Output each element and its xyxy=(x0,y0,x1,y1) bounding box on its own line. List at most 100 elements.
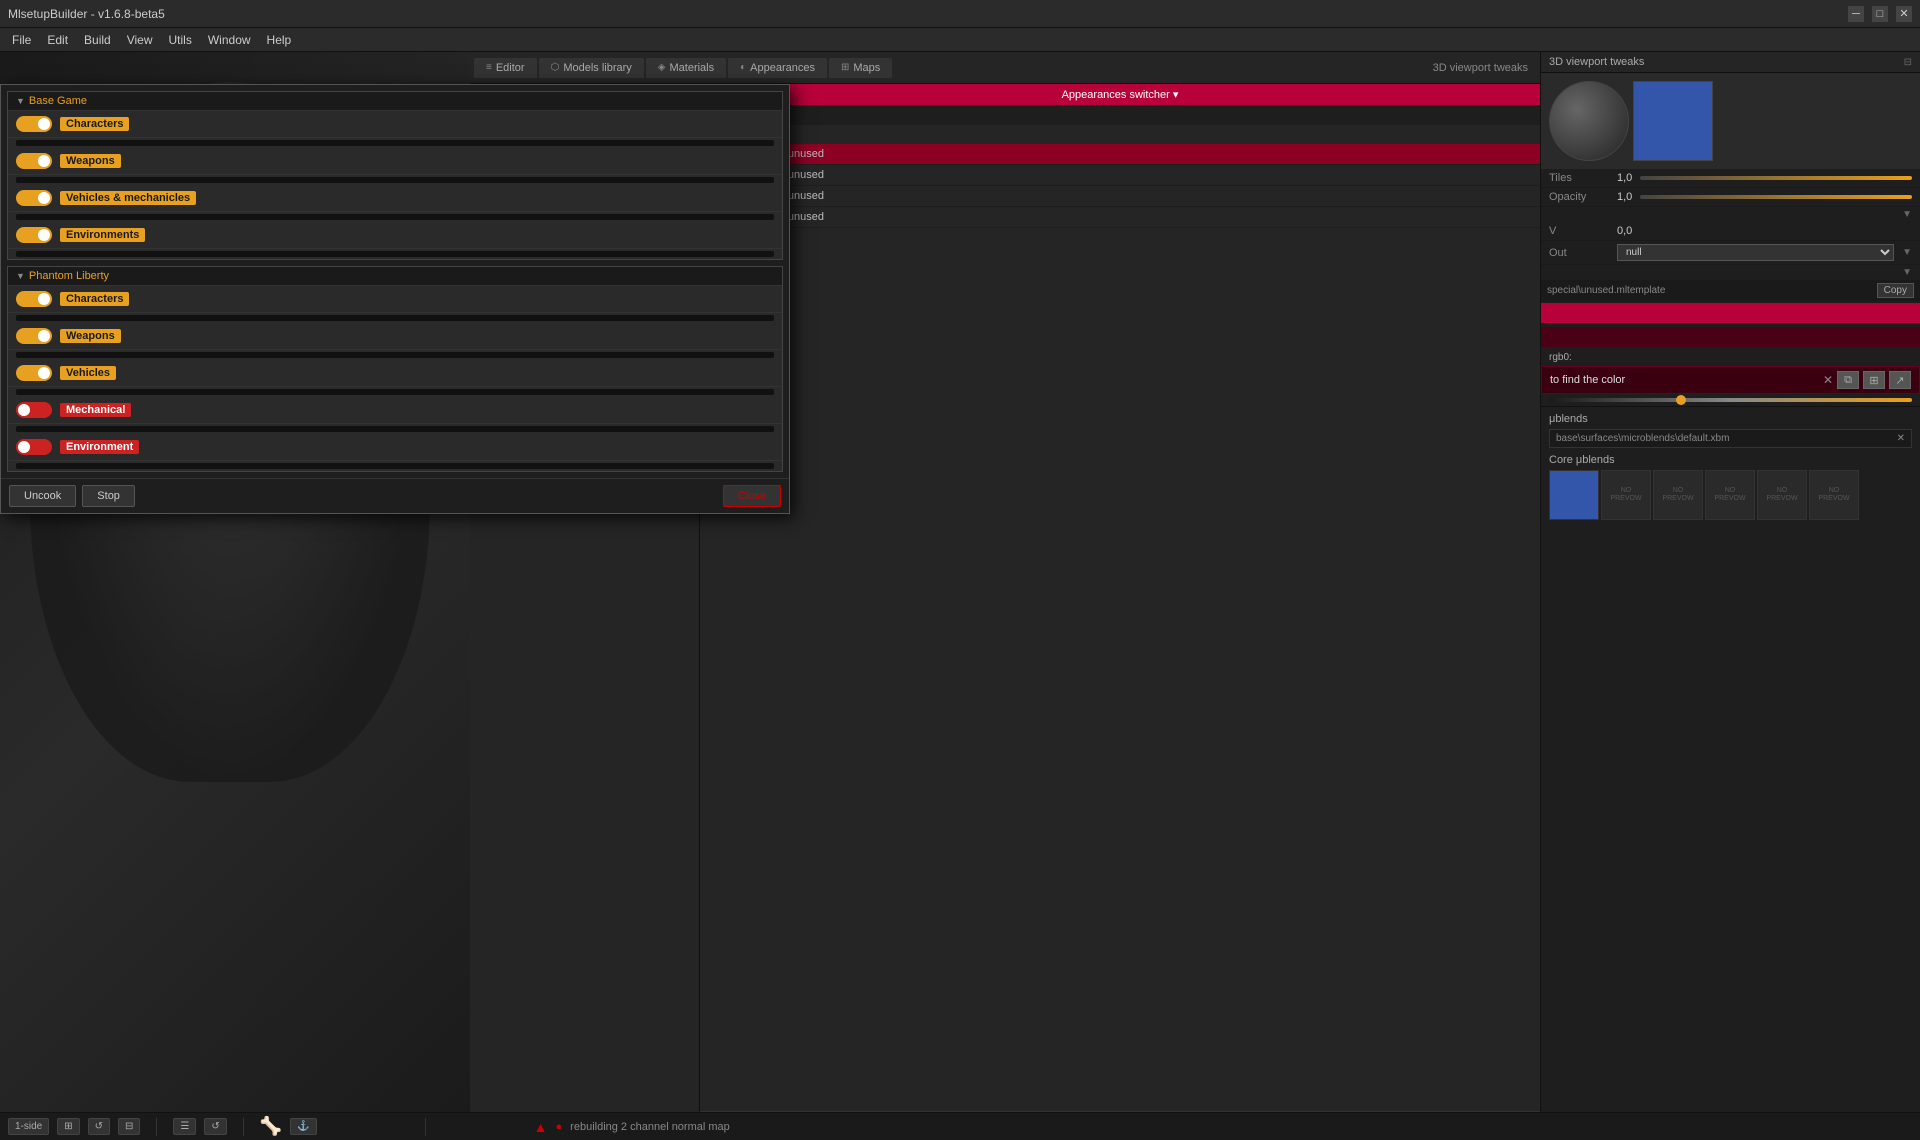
center-panel: ≡ Editor ⬡ Models library ◈ Materials ◐ … xyxy=(470,52,1540,1140)
preview-thumb-0 xyxy=(1549,470,1599,520)
viewport-tweaks-header: 3D viewport tweaks ⊟ xyxy=(1541,52,1920,73)
progress-weapons xyxy=(470,177,774,183)
hue-slider[interactable] xyxy=(1549,398,1912,402)
minimize-button[interactable]: ─ xyxy=(1848,6,1864,22)
menu-help[interactable]: Help xyxy=(259,31,300,49)
toolbar-refresh2-btn[interactable]: ↺ xyxy=(204,1118,226,1135)
progress-pl-characters xyxy=(470,315,774,321)
right-panel: 3D viewport tweaks ⊟ Tiles 1,0 Opacity 1… xyxy=(1540,52,1920,1140)
opacity-slider[interactable] xyxy=(1640,195,1912,199)
opacity-row: Opacity 1,0 xyxy=(1541,188,1920,207)
preview-thumb-5: NOPREVOW xyxy=(1809,470,1859,520)
no-preview-1: NOPREVOW xyxy=(1610,487,1641,504)
core-ublends-title: Core μblends xyxy=(1549,454,1912,466)
layer-item-0[interactable]: 0 0 (null_null) unused xyxy=(700,144,1540,165)
separator-2 xyxy=(243,1118,244,1136)
menu-utils[interactable]: Utils xyxy=(161,31,200,49)
close-button[interactable]: Close xyxy=(723,485,781,507)
phantom-liberty-header: ▼ Phantom Liberty xyxy=(470,267,782,286)
copy-button[interactable]: Copy xyxy=(1877,283,1914,298)
menu-edit[interactable]: Edit xyxy=(39,31,76,49)
v-value: 0,0 xyxy=(1617,225,1632,237)
preview-thumb-3: NOPREVOW xyxy=(1705,470,1755,520)
view-mode-button[interactable]: 1-side xyxy=(8,1118,49,1135)
red-bar-1 xyxy=(1541,303,1920,323)
base-game-section: ▼ Base Game Characters Weapons xyxy=(470,91,783,260)
main-area: ≡ Editor ⬡ Models library ◈ Materials ◐ … xyxy=(0,52,1920,1140)
preview-area xyxy=(1541,73,1920,169)
tab-editor[interactable]: ≡ Editor xyxy=(474,58,537,78)
expand-arrow-2[interactable]: ▼ xyxy=(1902,267,1912,278)
apply-edits-button[interactable]: ✦ ✦ Apply edits xyxy=(700,125,1540,144)
toolbar-anchor-btn[interactable]: ⚓ xyxy=(290,1118,316,1135)
appearances-title: Appearances switcher ▾ xyxy=(1062,88,1179,101)
progress-characters xyxy=(470,140,774,146)
menu-build[interactable]: Build xyxy=(76,31,119,49)
out-dropdown[interactable]: null xyxy=(1617,244,1894,261)
color-find-close[interactable]: ✕ xyxy=(1823,373,1833,387)
tab-bar: ≡ Editor ⬡ Models library ◈ Materials ◐ … xyxy=(470,52,1540,84)
toolbar-refresh-btn[interactable]: ↺ xyxy=(88,1118,110,1135)
tab-materials[interactable]: ◈ Materials xyxy=(646,58,726,78)
editor-icon: ≡ xyxy=(486,62,492,73)
toolbar-link-btn[interactable]: ⊟ xyxy=(118,1118,140,1135)
layer-item-1[interactable]: 1 1 (null_null) unused xyxy=(700,165,1540,186)
ublends-close[interactable]: ✕ xyxy=(1897,433,1905,444)
menu-window[interactable]: Window xyxy=(200,31,259,49)
preview-thumb-4: NOPREVOW xyxy=(1757,470,1807,520)
opacity-value: 1,0 xyxy=(1617,191,1632,203)
tab-appearances[interactable]: ◐ Appearances xyxy=(728,58,827,78)
tab-maps[interactable]: ⊞ Maps xyxy=(829,58,892,78)
toggle-row-pl-vehicles: Vehicles xyxy=(470,360,782,387)
v-row: V 0,0 xyxy=(1541,222,1920,241)
blue-preview xyxy=(1633,81,1713,161)
color-find-area: to find the color ✕ ⧉ ⊞ ↗ xyxy=(1541,366,1920,394)
models-icon: ⬡ xyxy=(551,62,560,73)
tab-models-library[interactable]: ⬡ Models library xyxy=(539,58,644,78)
layer-item-3[interactable]: 3 3 (null_null) unused xyxy=(700,207,1540,228)
menu-view[interactable]: View xyxy=(119,31,161,49)
toggle-row-pl-characters: Characters xyxy=(470,286,782,313)
toggle-row-characters: Characters xyxy=(470,111,782,138)
ublends-section: μblends base\surfaces\microblends\defaul… xyxy=(1541,406,1920,526)
toggle-row-vehicles: Vehicles & mechanicles xyxy=(470,185,782,212)
layer-item-2[interactable]: 2 2 (null_null) unused xyxy=(700,186,1540,207)
color-copy-button[interactable]: ⧉ xyxy=(1837,371,1859,389)
base-game-header: ▼ Base Game xyxy=(470,92,782,111)
v-label: V xyxy=(1549,225,1609,237)
toggle-row-pl-environment: Environment xyxy=(470,434,782,461)
titlebar: MlsetupBuilder - v1.6.8-beta5 ─ □ ✕ xyxy=(0,0,1920,28)
dialog-footer: Uncook Stop Close xyxy=(470,478,789,513)
toolbar-grid-btn[interactable]: ⊞ xyxy=(57,1118,79,1135)
separator xyxy=(156,1118,157,1136)
toggle-row-pl-mechanical: Mechanical xyxy=(470,397,782,424)
close-button[interactable]: ✕ xyxy=(1896,6,1912,22)
color-action-button[interactable]: ↗ xyxy=(1889,371,1911,389)
progress-pl-vehicles xyxy=(470,389,774,395)
tiles-slider[interactable] xyxy=(1640,176,1912,180)
maximize-button[interactable]: □ xyxy=(1872,6,1888,22)
tab-materials-label: Materials xyxy=(670,62,715,74)
color-paste-button[interactable]: ⊞ xyxy=(1863,371,1885,389)
maps-icon: ⊞ xyxy=(841,62,849,73)
ublends-path: base\surfaces\microblends\default.xbm ✕ xyxy=(1549,429,1912,448)
menu-file[interactable]: File xyxy=(4,31,39,49)
dialog-overlay: ▼ Base Game Characters Weapons xyxy=(470,84,790,514)
tab-maps-label: Maps xyxy=(853,62,880,74)
toolbar-list-btn[interactable]: ☰ xyxy=(173,1118,196,1135)
hue-thumb[interactable] xyxy=(1676,395,1686,405)
out-chevron[interactable]: ▼ xyxy=(1902,247,1912,258)
appearances-icon: ◐ xyxy=(740,62,746,73)
warning-dot: ● xyxy=(556,1121,563,1133)
separator-3 xyxy=(425,1118,426,1136)
toggle-row-pl-weapons: Weapons xyxy=(470,323,782,350)
ublends-path-text: base\surfaces\microblends\default.xbm xyxy=(1556,433,1729,444)
out-row: Out null ▼ xyxy=(1541,241,1920,265)
progress-pl-environment xyxy=(470,463,774,469)
appearances-header: Appearances switcher ▾ xyxy=(700,84,1540,105)
out-label: Out xyxy=(1549,247,1609,259)
template-path: special\unused.mltemplate Copy xyxy=(1541,280,1920,301)
expand-arrow-1[interactable]: ▼ xyxy=(1902,209,1912,220)
tab-models-label: Models library xyxy=(563,62,631,74)
collapse-icon[interactable]: ⊟ xyxy=(1904,57,1912,68)
